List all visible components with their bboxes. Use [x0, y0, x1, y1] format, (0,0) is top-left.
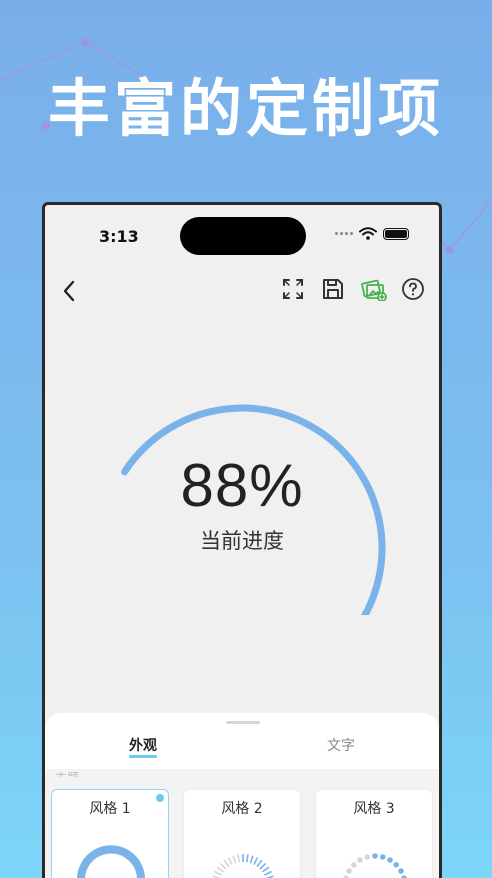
status-indicators — [335, 227, 409, 240]
preview-dot — [364, 854, 370, 860]
preview-dot — [387, 857, 393, 863]
preview-dot — [398, 868, 404, 874]
preview-tick — [219, 862, 227, 870]
preview-dot — [357, 857, 363, 863]
preview-tick — [227, 857, 233, 865]
style-3-preview — [343, 853, 407, 878]
chevron-left-icon[interactable] — [57, 277, 81, 305]
preview-tick — [256, 859, 263, 868]
preview-tick — [214, 870, 222, 876]
preview-dot — [351, 862, 357, 868]
preview-tick — [237, 854, 240, 863]
wifi-icon — [359, 227, 377, 240]
style-card-label: 风格 2 — [221, 801, 263, 817]
save-icon[interactable] — [321, 277, 345, 301]
progress-label: 当前进度 — [200, 529, 284, 553]
phone-screen: 3:13 88% 当前进度 外观 文字 风格 1 风格 2 风格 3 — [42, 202, 442, 878]
preview-tick — [223, 859, 230, 868]
preview-tick — [261, 866, 270, 873]
style-2-preview — [212, 854, 274, 878]
sheet-handle[interactable] — [226, 721, 260, 724]
settings-sheet: 外观 文字 主题 风格 1 风格 2 风格 3 — [45, 713, 439, 878]
fullscreen-icon[interactable] — [281, 277, 305, 301]
preview-dot — [372, 853, 378, 859]
style-card-2[interactable]: 风格 2 — [183, 789, 301, 878]
style-cards: 主题 风格 1 风格 2 风格 3 — [45, 769, 439, 878]
help-icon[interactable] — [401, 277, 425, 301]
preview-tick — [232, 855, 237, 864]
preview-dot — [393, 862, 399, 868]
preview-tick — [216, 866, 225, 873]
preview-dot — [380, 854, 386, 860]
preview-tick — [246, 854, 249, 863]
preview-tick — [253, 857, 259, 865]
image-add-icon[interactable] — [361, 277, 387, 302]
status-time: 3:13 — [99, 227, 139, 246]
style-card-label: 风格 1 — [89, 801, 131, 817]
signal-icon — [335, 232, 353, 235]
progress-value: 88% — [180, 452, 304, 519]
battery-icon — [383, 227, 409, 240]
dynamic-island — [180, 217, 306, 255]
preview-tick — [264, 870, 272, 876]
preview-dot — [346, 868, 352, 874]
selected-indicator — [156, 794, 164, 802]
tab-text[interactable]: 文字 — [327, 735, 355, 755]
tab-indicator — [129, 755, 157, 758]
style-card-label: 风格 3 — [353, 801, 395, 817]
style-1-preview — [77, 845, 145, 878]
headline: 丰富的定制项 — [47, 72, 444, 145]
preview-tick — [249, 855, 254, 864]
style-card-3[interactable]: 风格 3 — [315, 789, 433, 878]
tab-appearance[interactable]: 外观 — [129, 735, 157, 755]
style-card-1[interactable]: 风格 1 — [51, 789, 169, 878]
preview-tick — [259, 862, 267, 870]
toolbar — [281, 277, 425, 302]
section-label: 主题 — [55, 769, 79, 777]
